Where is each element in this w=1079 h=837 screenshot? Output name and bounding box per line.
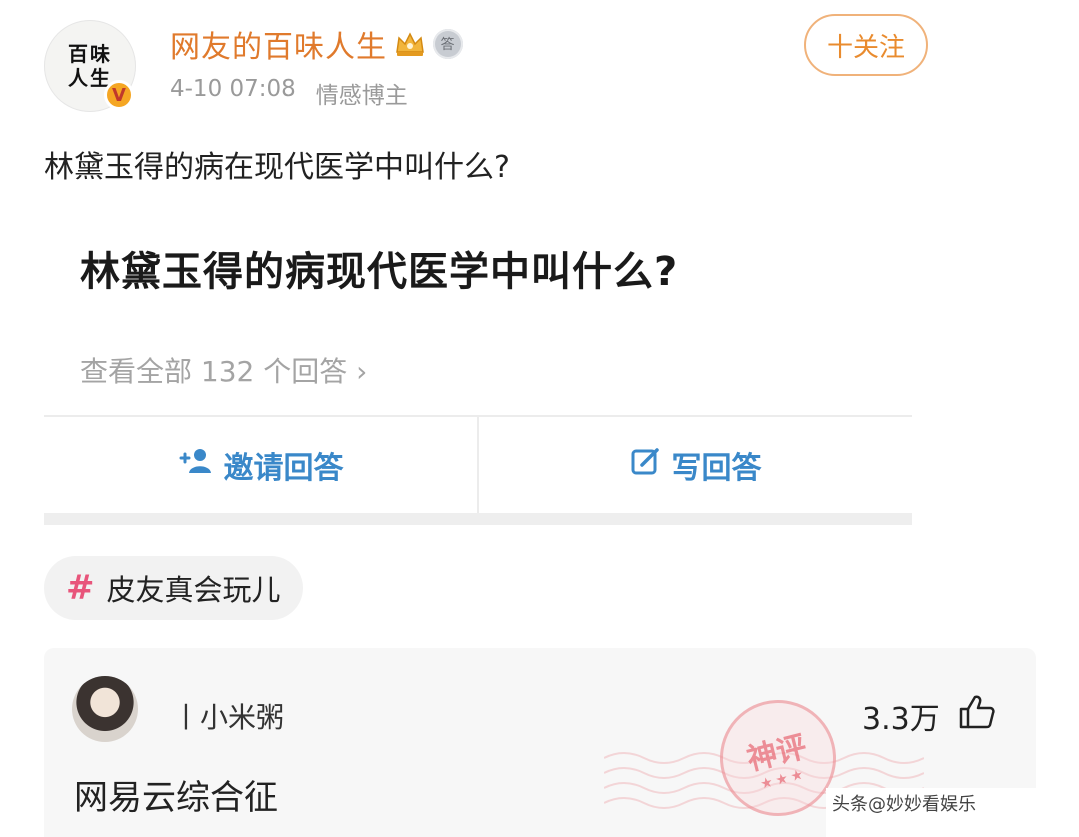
add-user-icon — [178, 446, 214, 484]
author-tag: 情感博主 — [315, 83, 408, 109]
invite-answer-label: 邀请回答 — [223, 451, 344, 486]
write-answer-label: 写回答 — [671, 451, 762, 486]
author-name[interactable]: 网友的百味人生 — [170, 22, 387, 66]
medal-icon: 答 — [433, 29, 463, 59]
avatar-text-top: 百味 — [68, 42, 112, 66]
topic-label: 皮友真会玩儿 — [106, 573, 281, 607]
commenter-avatar[interactable] — [72, 676, 138, 742]
source-watermark: 头条@妙妙看娱乐 — [832, 794, 976, 815]
like-count: 3.3万 — [862, 702, 940, 737]
post-time: 4-10 07:08 — [170, 76, 296, 102]
thumbs-up-icon[interactable] — [958, 694, 996, 738]
hashtag-icon: # — [66, 568, 95, 608]
write-answer-button[interactable]: 写回答 — [479, 417, 912, 513]
crown-icon — [393, 29, 427, 59]
edit-icon — [630, 445, 662, 485]
view-all-answers-link[interactable]: 查看全部 132 个回答 › — [80, 350, 367, 390]
follow-button[interactable]: 十关注 — [804, 14, 928, 76]
question-title[interactable]: 林黛玉得的病现代医学中叫什么? — [80, 239, 678, 297]
post-text: 林黛玉得的病在现代医学中叫什么? — [44, 150, 510, 185]
verified-icon: V — [104, 80, 134, 110]
card-bottom-bar — [44, 513, 912, 525]
post-header: 百味 人生 V 网友的百味人生 答 4-10 07:08 情感博主 十关注 — [0, 0, 1079, 130]
post-meta: 4-10 07:08 情感博主 — [170, 76, 408, 110]
topic-tag[interactable]: # 皮友真会玩儿 — [44, 556, 303, 620]
author-name-row: 网友的百味人生 答 — [170, 22, 463, 66]
commenter-name[interactable]: 丨小米粥 — [172, 696, 284, 736]
invite-answer-button[interactable]: 邀请回答 — [44, 417, 477, 513]
comment-text: 网易云综合征 — [74, 778, 278, 818]
comment-like-area[interactable]: 3.3万 — [862, 694, 996, 738]
question-card[interactable]: 林黛玉得的病现代医学中叫什么? 查看全部 132 个回答 › 邀请回答 写回答 — [44, 205, 912, 525]
